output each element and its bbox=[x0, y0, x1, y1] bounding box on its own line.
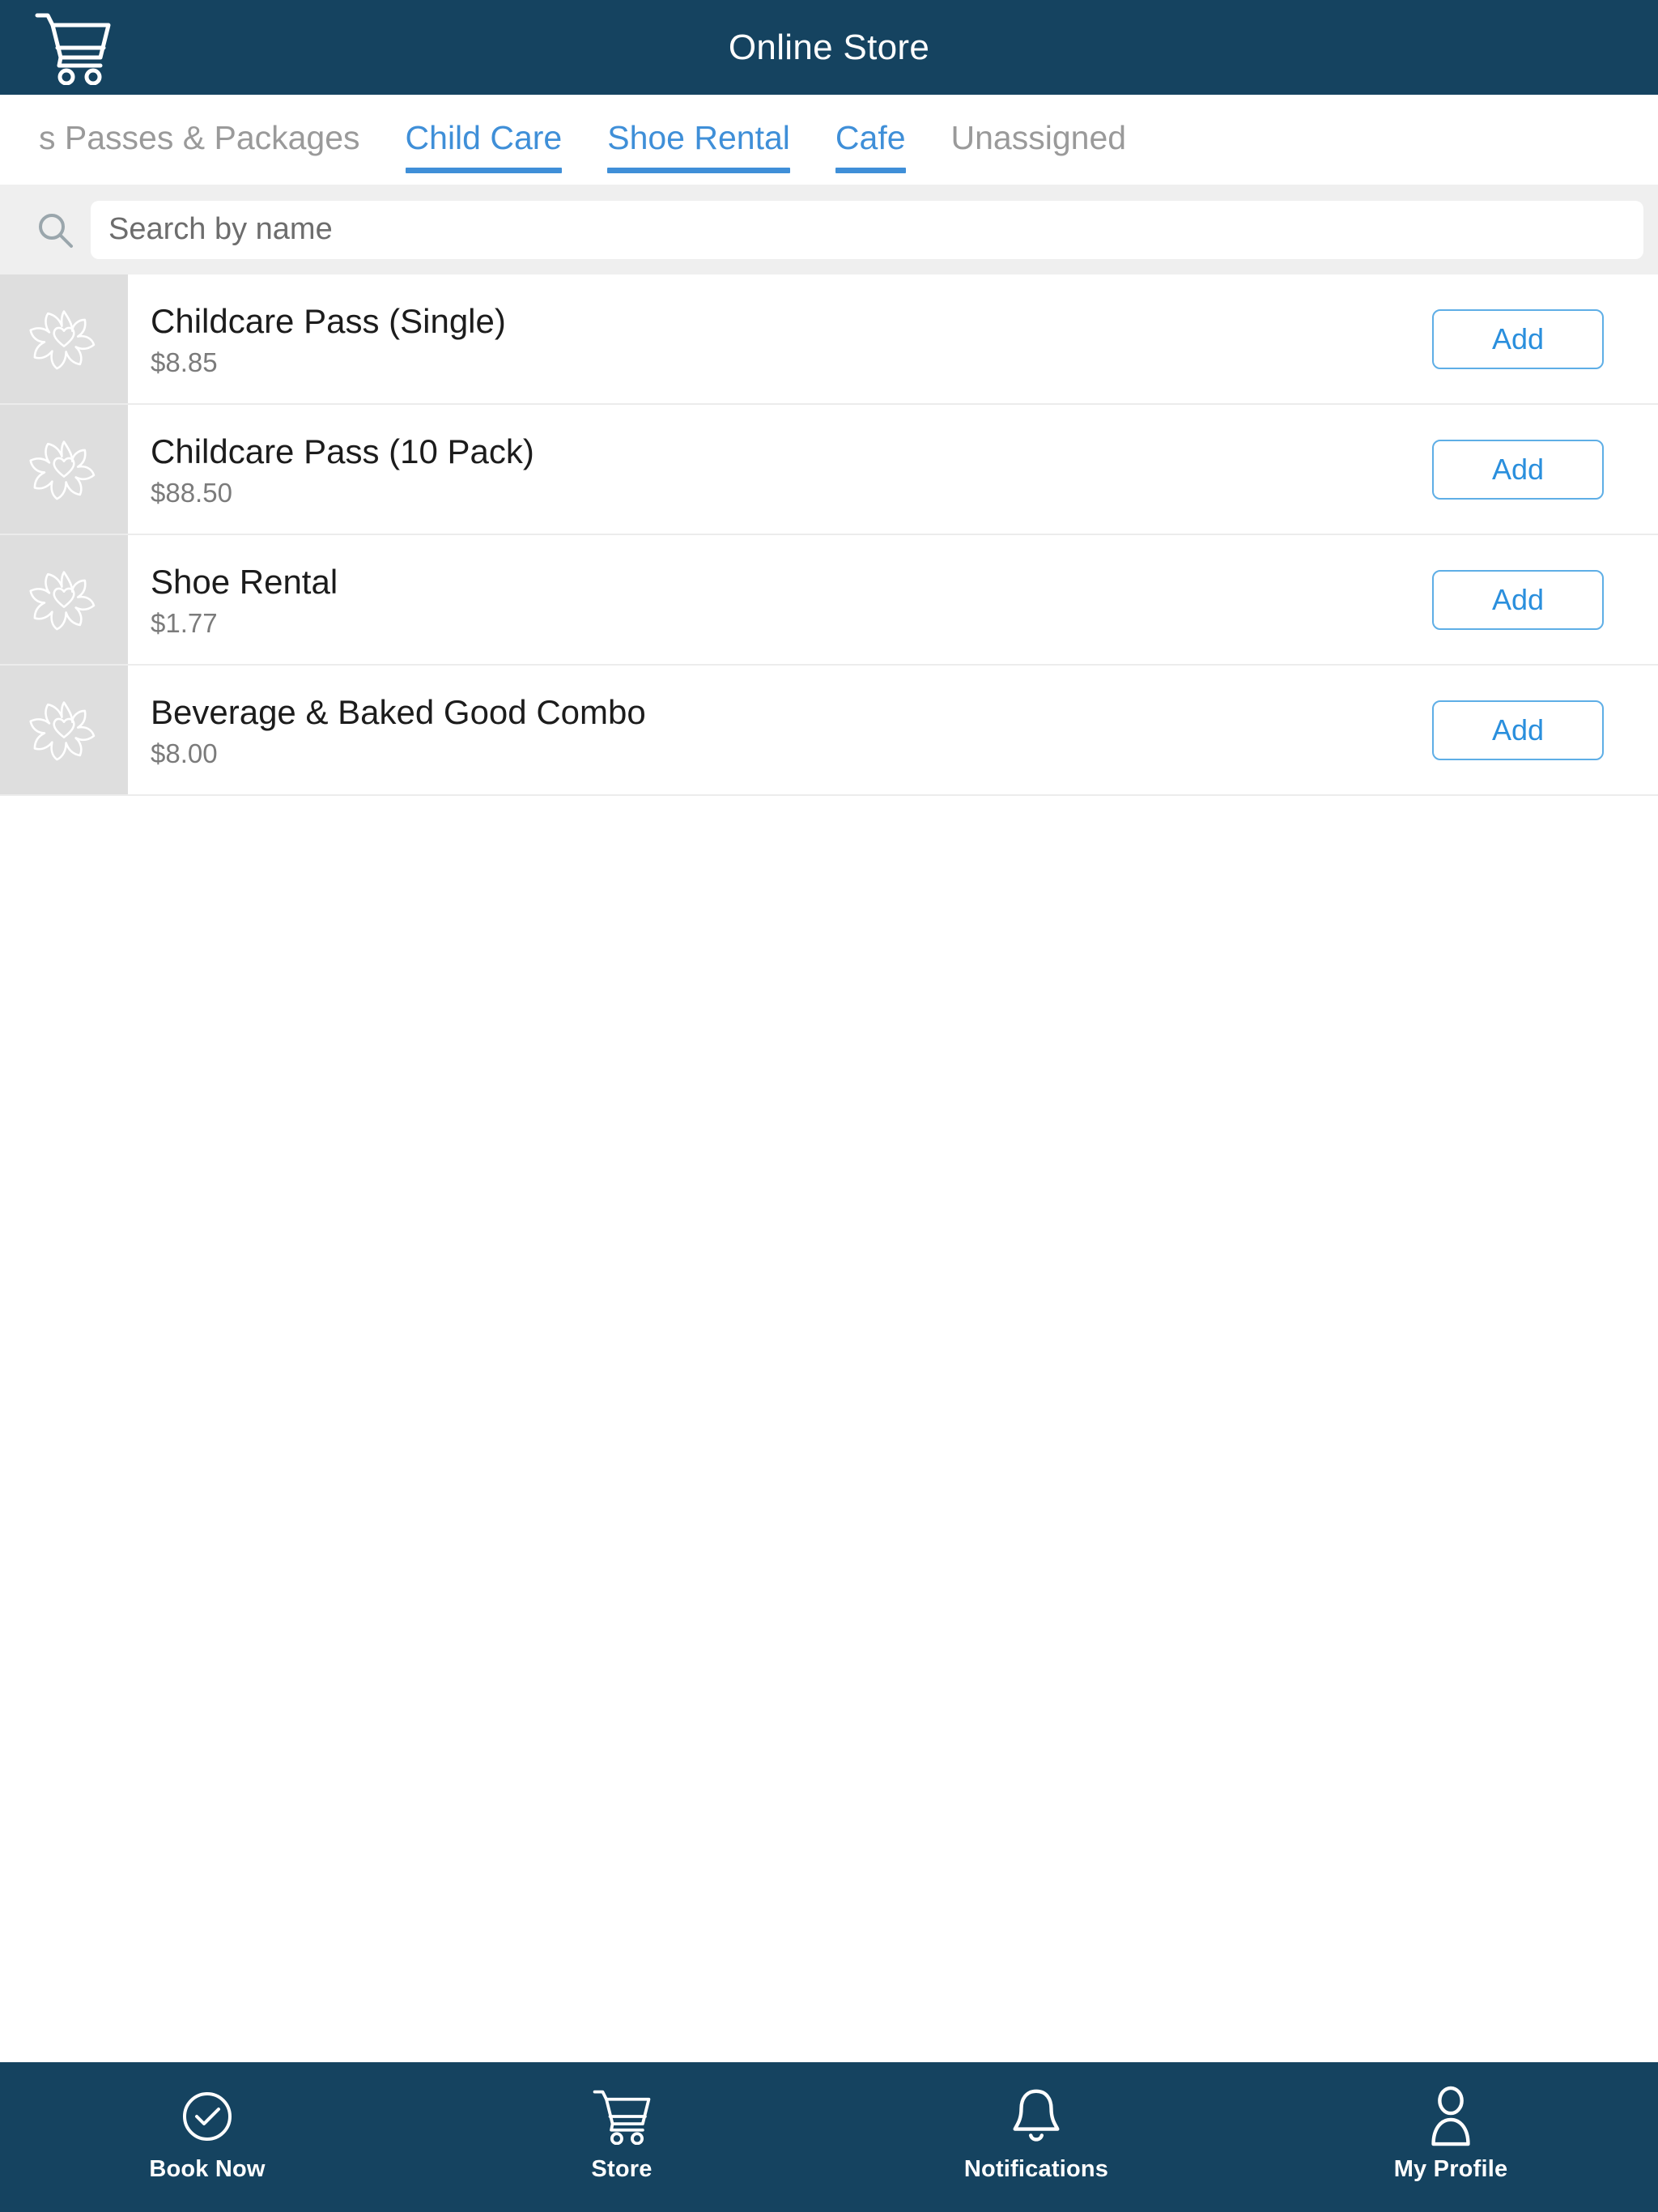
tab-label: Cafe bbox=[835, 119, 906, 156]
tab-passes-and-packages[interactable]: s Passes & Packages bbox=[39, 95, 360, 185]
search-input[interactable] bbox=[91, 200, 1643, 259]
product-name: Childcare Pass (Single) bbox=[151, 301, 506, 340]
product-thumbnail bbox=[0, 405, 128, 534]
bell-icon bbox=[1010, 2085, 1063, 2148]
nav-label: My Profile bbox=[1393, 2156, 1508, 2182]
product-action: Add bbox=[1415, 666, 1658, 794]
nav-item-store[interactable]: Store bbox=[414, 2062, 829, 2212]
product-thumbnail bbox=[0, 274, 128, 403]
tab-label: s Passes & Packages bbox=[39, 119, 360, 156]
product-action: Add bbox=[1415, 405, 1658, 534]
add-button[interactable]: Add bbox=[1432, 308, 1604, 369]
table-row[interactable]: Childcare Pass (10 Pack) $88.50 Add bbox=[0, 405, 1658, 535]
product-name: Beverage & Baked Good Combo bbox=[151, 692, 646, 731]
nav-label: Notifications bbox=[963, 2156, 1109, 2182]
product-price: $1.77 bbox=[151, 607, 218, 638]
search-icon bbox=[32, 207, 78, 253]
add-button[interactable]: Add bbox=[1432, 700, 1604, 760]
product-price: $8.00 bbox=[151, 738, 218, 768]
search-bar bbox=[0, 185, 1658, 274]
shopping-cart-icon bbox=[591, 2085, 653, 2148]
nav-label: Book Now bbox=[149, 2156, 266, 2182]
app-header: Online Store bbox=[0, 0, 1658, 95]
flower-placeholder-icon bbox=[29, 440, 96, 500]
tab-label: Child Care bbox=[405, 119, 563, 156]
product-info: Childcare Pass (Single) $8.85 bbox=[128, 274, 1415, 403]
page-title: Online Store bbox=[728, 27, 930, 67]
person-icon bbox=[1426, 2085, 1476, 2148]
product-list: Childcare Pass (Single) $8.85 Add Childc… bbox=[0, 274, 1658, 1429]
empty-content-area bbox=[0, 1429, 1658, 2062]
product-thumbnail bbox=[0, 666, 128, 794]
product-action: Add bbox=[1415, 535, 1658, 664]
add-button[interactable]: Add bbox=[1432, 439, 1604, 500]
category-tab-bar: s Passes & Packages Child Care Shoe Rent… bbox=[0, 95, 1658, 185]
table-row[interactable]: Shoe Rental $1.77 Add bbox=[0, 535, 1658, 666]
table-row[interactable]: Beverage & Baked Good Combo $8.00 Add bbox=[0, 666, 1658, 796]
tab-cafe[interactable]: Cafe bbox=[835, 95, 906, 185]
nav-item-my-profile[interactable]: My Profile bbox=[1244, 2062, 1658, 2212]
tab-child-care[interactable]: Child Care bbox=[405, 95, 563, 185]
table-row[interactable]: Childcare Pass (Single) $8.85 Add bbox=[0, 274, 1658, 405]
product-info: Childcare Pass (10 Pack) $88.50 bbox=[128, 405, 1415, 534]
shopping-cart-icon[interactable] bbox=[31, 9, 115, 87]
product-info: Beverage & Baked Good Combo $8.00 bbox=[128, 666, 1415, 794]
add-button[interactable]: Add bbox=[1432, 569, 1604, 630]
product-price: $88.50 bbox=[151, 477, 232, 508]
product-action: Add bbox=[1415, 274, 1658, 403]
nav-item-book-now[interactable]: Book Now bbox=[0, 2062, 414, 2212]
tab-shoe-rental[interactable]: Shoe Rental bbox=[607, 95, 790, 185]
flower-placeholder-icon bbox=[29, 309, 96, 369]
tab-label: Shoe Rental bbox=[607, 119, 790, 156]
nav-label: Store bbox=[591, 2156, 653, 2182]
product-thumbnail bbox=[0, 535, 128, 664]
bottom-navigation-bar: Book Now Store Notifications My Profile bbox=[0, 2062, 1658, 2212]
tab-label: Unassigned bbox=[950, 119, 1127, 156]
flower-placeholder-icon bbox=[29, 700, 96, 760]
product-name: Shoe Rental bbox=[151, 562, 338, 601]
online-store-screen: Online Store s Passes & Packages Child C… bbox=[0, 0, 1658, 2212]
flower-placeholder-icon bbox=[29, 570, 96, 630]
product-name: Childcare Pass (10 Pack) bbox=[151, 432, 534, 470]
nav-item-notifications[interactable]: Notifications bbox=[829, 2062, 1244, 2212]
tab-unassigned[interactable]: Unassigned bbox=[951, 95, 1127, 185]
check-circle-icon bbox=[179, 2085, 236, 2148]
product-info: Shoe Rental $1.77 bbox=[128, 535, 1415, 664]
product-price: $8.85 bbox=[151, 347, 218, 377]
